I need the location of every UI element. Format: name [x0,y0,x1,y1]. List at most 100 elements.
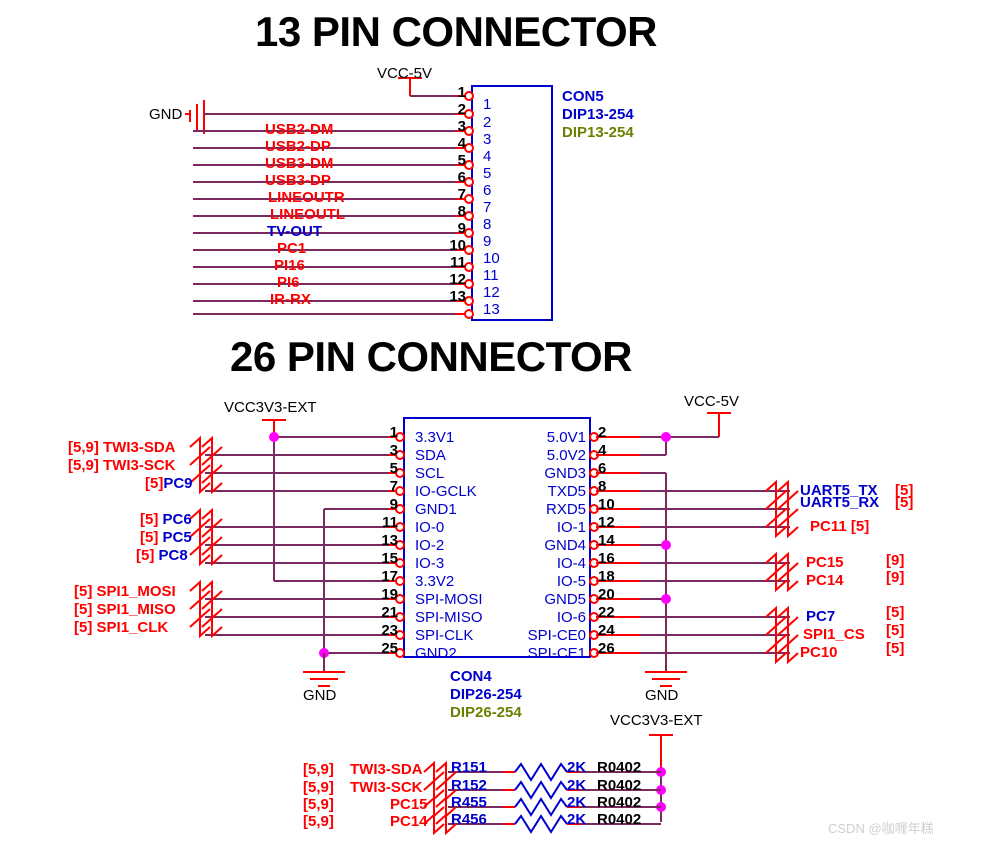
resistor-value: 2K [567,777,587,794]
connector26-left-pin-name: GND1 [415,501,457,518]
net-label: IR-RX [270,291,311,308]
junction-dot [661,594,671,604]
connector13-pin-number: 3 [457,118,466,135]
pullup-net-name: PC14 [390,813,428,830]
vcc3v3-ext-label-pullups: VCC3V3-EXT [610,712,703,729]
net-ref-right: [9] [886,552,905,569]
schematic-sheet: 13 PIN CONNECTOR 26 PIN CONNECTOR VCC-5V… [0,0,983,846]
connector26-pin-number: 1 [389,424,398,441]
connector13-pin-number: 6 [457,169,466,186]
connector26-pin-number: 4 [598,442,607,459]
connector26-pin-number: 18 [598,568,615,585]
net-name-right: PC7 [806,608,836,625]
connector13-pin-number: 10 [449,237,466,254]
connector26-pin-number: 22 [598,604,615,621]
net-label-left: [5,9] TWI3-SCK [68,458,176,473]
connector26-pin-number: 2 [598,424,607,441]
resistor-value: 2K [567,794,587,811]
connector13-inner-pin: 11 [483,267,499,284]
net-label: USB2-DM [265,121,334,138]
net-name-right: SPI1_CS [803,626,865,643]
net-ref-right: [5] [886,604,905,621]
connector13-inner-pin: 2 [483,114,492,131]
connector26-pin-number: 17 [381,568,398,585]
connector26-pin-number: 25 [381,640,398,657]
connector26-right-pin-name: IO-4 [556,555,586,572]
net-label-left: [5] PC8 [136,548,188,563]
net-label: USB2-DP [265,138,331,155]
junction-dot [661,432,671,442]
gnd-label-13pin: GND [149,106,183,123]
net-ref-right: [5] [895,494,914,511]
connector26-pin-number: 12 [598,514,615,531]
connector26-left-pin-name: 3.3V1 [415,429,455,446]
net-ref-right: [9] [886,569,905,586]
junction-dot [269,432,279,442]
net-label-left: [5] PC6 [140,512,192,527]
net-label: USB3-DM [265,155,334,172]
connector26-pin-number: 6 [598,460,607,477]
pullup-net-ref: [5,9] [303,796,334,813]
net-name: TWI3-SDA [103,439,176,456]
connector26-pin-number: 23 [381,622,398,639]
connector13-inner-pin: 13 [483,301,500,318]
connector26-pin-number: 7 [389,478,398,495]
pullup-net-ref: [5,9] [303,779,334,796]
net-ref: [5,9] [68,457,99,474]
resistor-footprint: R0402 [597,777,642,794]
connector26-left-pin-name: GND2 [415,645,457,662]
net-label: TV-OUT [267,223,322,240]
gnd-earth-symbol-left [303,653,345,687]
net-label: PI6 [277,274,300,291]
connector26-right-pin-name: IO-5 [556,573,586,590]
connector26-pin-number: 21 [381,604,398,621]
connector26-right-pin-name: SPI-CE1 [527,645,586,662]
net-label-left: [5]PC9 [145,476,193,491]
connector13-inner-pin: 8 [483,216,492,233]
connector26-pin-number: 5 [389,460,398,477]
gnd-earth-symbol-right [645,671,687,687]
gnd-label-left-26pin: GND [303,687,337,704]
connector13-inner-pin: 4 [483,148,492,165]
connector13-pin-number: 8 [457,203,466,220]
net-name: SPI1_MOSI [96,583,176,600]
connector13-footprint: DIP13-254 [562,124,634,141]
net-ref-right: [5] [886,640,905,657]
connector26-right-pin-name: GND3 [544,465,586,482]
connector26-pin-number: 26 [598,640,615,657]
offsheet-arrows-left-26 [189,435,223,639]
connector13-inner-pin: 7 [483,199,492,216]
connector26-left-pin-name: IO-2 [415,537,445,554]
connector13-inner-pin: 5 [483,165,492,182]
net-label-left: [5] SPI1_MOSI [74,584,176,599]
pullup-net-ref: [5,9] [303,813,334,830]
connector13-pin-number: 12 [449,271,466,288]
connector26-pin-number: 9 [389,496,398,513]
connector26-pin-number: 15 [381,550,398,567]
net-label: PC1 [277,240,307,257]
connector13-pin-number: 13 [449,288,466,305]
connector13-inner-pin: 9 [483,233,492,250]
connector26-left-pin-name: SDA [415,447,446,464]
connector26-right-pin-name: IO-1 [556,519,586,536]
connector26-right-pin-name: RXD5 [545,501,586,518]
connector13-inner-pin: 10 [483,250,500,267]
connector26-left-pin-name: IO-0 [415,519,445,536]
resistor-designator: R455 [451,794,487,811]
net-name-right: PC15 [806,554,844,571]
net-name: PC9 [163,475,193,492]
connector13-inner-pin: 3 [483,131,492,148]
connector13-inner-pin: 1 [483,96,492,113]
net-ref: [5] [74,583,93,600]
net-label-left: [5,9] TWI3-SDA [68,440,176,455]
gnd-label-right-26pin: GND [645,687,679,704]
net-name: SPI1_CLK [96,619,169,636]
resistor-value: 2K [567,811,587,828]
connector26-right-pin-name: IO-6 [556,609,586,626]
connector26-pin-number: 20 [598,586,615,603]
junction-dot [661,540,671,550]
resistor-designator: R151 [451,759,487,776]
net-name: PC5 [162,529,192,546]
net-ref: [5] [145,475,164,492]
connector26-footprint: DIP26-254 [450,704,522,721]
